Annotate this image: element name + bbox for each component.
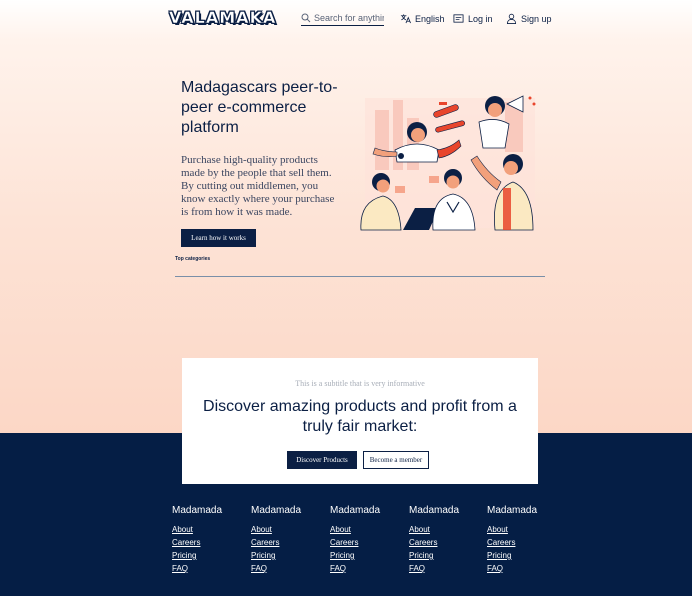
footer-link-faq[interactable]: FAQ <box>409 562 484 575</box>
user-icon <box>506 13 517 24</box>
logo[interactable]: VALAMAKA <box>169 8 276 27</box>
page: VALAMAKA English Log in <box>0 0 692 596</box>
footer-link-careers[interactable]: Careers <box>487 536 562 549</box>
footer-column-title: Madamada <box>330 505 381 516</box>
top-categories-label: Top categories <box>175 256 211 262</box>
become-member-button[interactable]: Become a member <box>363 451 429 469</box>
footer-column: Madamada About Careers Pricing FAQ <box>251 505 326 575</box>
footer-link-faq[interactable]: FAQ <box>172 562 247 575</box>
footer-column-title: Madamada <box>172 505 223 516</box>
footer-column-title: Madamada <box>409 505 460 516</box>
footer-column: Madamada About Careers Pricing FAQ <box>330 505 405 575</box>
search-icon <box>301 13 311 22</box>
footer-link-pricing[interactable]: Pricing <box>172 549 247 562</box>
footer-column: Madamada About Careers Pricing FAQ <box>409 505 484 575</box>
footer-column: Madamada About Careers Pricing FAQ <box>487 505 562 575</box>
cta-subtitle: This is a subtitle that is very informat… <box>295 379 425 388</box>
footer-link-careers[interactable]: Careers <box>251 536 326 549</box>
footer-link-careers[interactable]: Careers <box>330 536 405 549</box>
cta-title: Discover amazing products and profit fro… <box>203 398 517 435</box>
footer-column: Madamada About Careers Pricing FAQ <box>172 505 247 575</box>
header: VALAMAKA English Log in <box>0 0 692 40</box>
footer-link-pricing[interactable]: Pricing <box>487 549 562 562</box>
footer-link-pricing[interactable]: Pricing <box>251 549 326 562</box>
learn-how-button[interactable]: Learn how it works <box>181 229 256 247</box>
footer-link-about[interactable]: About <box>330 523 405 536</box>
hero-description: Purchase high-quality products made by t… <box>181 154 335 218</box>
search-input[interactable] <box>314 12 384 23</box>
footer-link-pricing[interactable]: Pricing <box>409 549 484 562</box>
signup-label: Sign up <box>521 13 552 24</box>
signup-link[interactable]: Sign up <box>506 13 552 24</box>
footer-column-title: Madamada <box>251 505 302 516</box>
search-bar <box>301 10 384 26</box>
login-label: Log in <box>468 13 493 24</box>
footer-link-pricing[interactable]: Pricing <box>330 549 405 562</box>
cta-card: This is a subtitle that is very informat… <box>182 358 538 484</box>
discover-products-button[interactable]: Discover Products <box>287 451 357 469</box>
hero-illustration <box>360 95 536 231</box>
translate-icon <box>400 14 411 24</box>
login-icon <box>453 14 464 23</box>
language-selector[interactable]: English <box>400 13 445 24</box>
footer-link-about[interactable]: About <box>251 523 326 536</box>
footer-link-careers[interactable]: Careers <box>172 536 247 549</box>
footer-link-careers[interactable]: Careers <box>409 536 484 549</box>
logo-text: VALAMAKA <box>169 8 277 27</box>
hero-title: Madagascars peer-to-peer e-commerce plat… <box>181 79 338 136</box>
footer-link-faq[interactable]: FAQ <box>251 562 326 575</box>
footer-link-about[interactable]: About <box>487 523 562 536</box>
language-label: English <box>415 13 445 24</box>
footer-link-faq[interactable]: FAQ <box>487 562 562 575</box>
footer-link-faq[interactable]: FAQ <box>330 562 405 575</box>
footer-link-about[interactable]: About <box>409 523 484 536</box>
footer-link-about[interactable]: About <box>172 523 247 536</box>
divider <box>175 276 545 277</box>
login-link[interactable]: Log in <box>453 13 493 24</box>
footer-column-title: Madamada <box>487 505 538 516</box>
